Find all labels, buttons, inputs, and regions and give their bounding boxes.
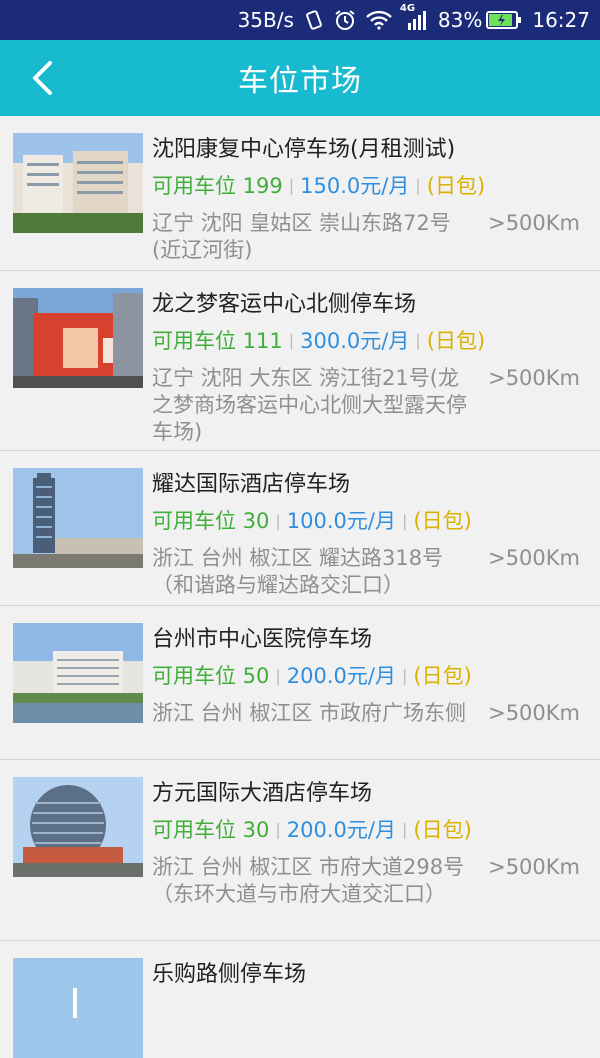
app-bar: 车位市场 xyxy=(0,40,600,116)
back-button[interactable] xyxy=(22,58,62,98)
list-item[interactable]: 方元国际大酒店停车场 可用车位 30 | 200.0元/月 | (日包) 浙江 … xyxy=(0,760,600,941)
lot-name: 乐购路侧停车场 xyxy=(152,962,307,987)
package-type: (日包) xyxy=(426,329,486,353)
available-spaces: 可用车位 111 xyxy=(152,329,283,353)
divider: | xyxy=(402,665,408,685)
lot-distance: >500Km xyxy=(488,855,580,879)
battery-percent: 83% xyxy=(437,8,483,32)
lot-thumbnail xyxy=(13,133,143,233)
package-type: (日包) xyxy=(413,664,472,688)
divider: | xyxy=(275,819,281,839)
list-item[interactable]: 乐购路侧停车场 xyxy=(0,941,600,1058)
lot-name: 方元国际大酒店停车场 xyxy=(152,781,373,806)
lot-distance: >500Km xyxy=(488,211,580,235)
lot-meta: 可用车位 30 | 200.0元/月 | (日包) xyxy=(152,814,472,844)
divider: | xyxy=(288,175,295,195)
package-type: (日包) xyxy=(426,174,486,198)
lot-address: 浙江 台州 椒江区 市府大道298号（东环大道与市府大道交汇口） xyxy=(152,855,465,906)
divider: | xyxy=(402,819,408,839)
lot-address: 浙江 台州 椒江区 市政府广场东侧 xyxy=(152,701,467,725)
vibrate-icon xyxy=(304,9,324,31)
battery-icon xyxy=(486,10,522,30)
divider: | xyxy=(288,330,295,350)
monthly-price: 300.0元/月 xyxy=(300,329,410,353)
lot-name: 龙之梦客运中心北侧停车场 xyxy=(152,292,417,317)
package-type: (日包) xyxy=(413,509,472,533)
lot-name: 沈阳康复中心停车场(月租测试) xyxy=(152,137,456,162)
chevron-left-icon xyxy=(33,61,52,95)
lot-distance: >500Km xyxy=(488,701,580,725)
package-type: (日包) xyxy=(413,818,472,842)
lot-thumbnail xyxy=(13,288,143,388)
lot-thumbnail xyxy=(13,777,143,877)
clock: 16:27 xyxy=(532,8,590,32)
divider: | xyxy=(275,510,281,530)
lot-meta: 可用车位 50 | 200.0元/月 | (日包) xyxy=(152,660,472,690)
available-spaces: 可用车位 199 xyxy=(152,174,283,198)
lot-meta: 可用车位 199 | 150.0元/月 | (日包) xyxy=(152,170,485,200)
lot-name: 台州市中心医院停车场 xyxy=(152,627,373,652)
lot-meta: 可用车位 30 | 100.0元/月 | (日包) xyxy=(152,505,472,535)
cell-signal-icon: 4G xyxy=(400,3,428,31)
status-bar: 35B/s 4G 83% 16:27 xyxy=(0,0,600,40)
lot-name: 耀达国际酒店停车场 xyxy=(152,472,351,497)
alarm-icon xyxy=(334,9,356,31)
network-type: 4G xyxy=(399,3,416,14)
page-title: 车位市场 xyxy=(238,64,362,99)
monthly-price: 100.0元/月 xyxy=(286,509,396,533)
lot-address: 浙江 台州 椒江区 耀达路318号（和谐路与耀达路交汇口） xyxy=(152,546,444,597)
available-spaces: 可用车位 30 xyxy=(152,509,270,533)
lot-distance: >500Km xyxy=(488,546,580,570)
lot-distance: >500Km xyxy=(488,366,580,390)
monthly-price: 150.0元/月 xyxy=(300,174,410,198)
available-spaces: 可用车位 30 xyxy=(152,818,270,842)
lot-thumbnail xyxy=(13,958,143,1058)
monthly-price: 200.0元/月 xyxy=(286,664,396,688)
network-speed: 35B/s xyxy=(237,8,294,32)
list-item[interactable]: 沈阳康复中心停车场(月租测试) 可用车位 199 | 150.0元/月 | (日… xyxy=(0,116,600,271)
lot-thumbnail xyxy=(13,468,143,568)
lot-meta: 可用车位 111 | 300.0元/月 | (日包) xyxy=(152,325,485,355)
monthly-price: 200.0元/月 xyxy=(286,818,396,842)
list-item[interactable]: 龙之梦客运中心北侧停车场 可用车位 111 | 300.0元/月 | (日包) … xyxy=(0,271,600,451)
divider: | xyxy=(415,330,421,350)
available-spaces: 可用车位 50 xyxy=(152,664,270,688)
divider: | xyxy=(402,510,408,530)
divider: | xyxy=(415,175,421,195)
divider: | xyxy=(275,665,281,685)
wifi-icon xyxy=(366,10,392,30)
list-item[interactable]: 耀达国际酒店停车场 可用车位 30 | 100.0元/月 | (日包) 浙江 台… xyxy=(0,451,600,606)
lot-address: 辽宁 沈阳 大东区 滂江街21号(龙之梦商场客运中心北侧大型露天停车场) xyxy=(152,366,467,444)
lot-thumbnail xyxy=(13,623,143,723)
list-item[interactable]: 台州市中心医院停车场 可用车位 50 | 200.0元/月 | (日包) 浙江 … xyxy=(0,606,600,760)
lot-address: 辽宁 沈阳 皇姑区 崇山东路72号(近辽河街) xyxy=(152,211,451,262)
